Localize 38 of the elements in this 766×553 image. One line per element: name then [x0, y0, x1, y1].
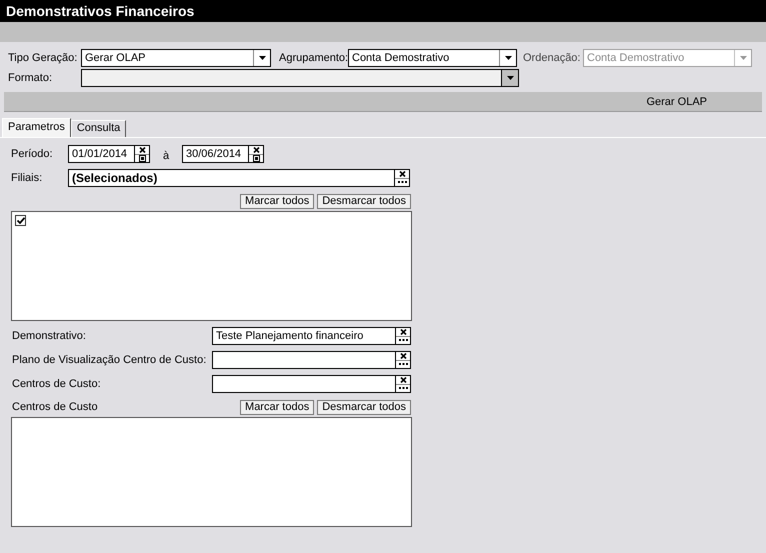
field-label: Ordenação: — [523, 52, 582, 64]
deselect-all-button[interactable]: Desmarcar todos — [317, 400, 411, 414]
tab[interactable]: Consulta — [70, 120, 126, 137]
deselect-all-button[interactable]: Desmarcar todos — [317, 194, 411, 208]
field-label: Formato: — [8, 72, 54, 84]
more-icon — [398, 387, 408, 390]
generate-olap-link[interactable]: Gerar OLAP — [646, 96, 707, 108]
more-icon — [398, 181, 406, 184]
lookup-field[interactable] — [212, 375, 396, 393]
field-label: Filiais: — [11, 172, 44, 184]
checkbox[interactable] — [15, 215, 26, 226]
field-label: Demonstrativo: — [11, 330, 87, 342]
field-label: Centros de Custo: — [11, 378, 102, 390]
check-icon — [16, 217, 24, 224]
date-field[interactable]: 01/01/2014 — [68, 145, 135, 163]
dropdown-field[interactable]: Gerar OLAP — [81, 49, 271, 67]
field-label: Agrupamento: — [279, 52, 348, 64]
dropdown-field[interactable] — [81, 69, 519, 87]
more-icon — [398, 363, 408, 366]
caret-icon — [740, 56, 746, 60]
separator-text: à — [162, 149, 170, 162]
tab[interactable]: Parametros — [2, 118, 71, 137]
caret-icon — [258, 56, 266, 60]
caret-icon — [504, 56, 512, 60]
select-all-button[interactable]: Marcar todos — [240, 400, 314, 414]
more-icon — [398, 339, 408, 342]
lookup-field[interactable]: Teste Planejamento financeiro — [212, 327, 396, 345]
select-all-button[interactable]: Marcar todos — [240, 194, 314, 208]
date-field[interactable]: 30/06/2014 — [182, 145, 249, 163]
lookup-field[interactable]: (Selecionados) — [68, 169, 395, 187]
field-label: Tipo Geração: — [8, 52, 78, 64]
dropdown-field[interactable]: Conta Demostrativo — [348, 49, 517, 67]
window-title: Demonstrativos Financeiros — [6, 3, 194, 19]
field-label: Período: — [11, 148, 54, 160]
caret-icon — [506, 76, 514, 80]
field-label: Plano de Visualização Centro de Custo: — [11, 354, 208, 366]
section-label: Centros de Custo — [11, 401, 99, 413]
lookup-field[interactable] — [212, 351, 396, 369]
